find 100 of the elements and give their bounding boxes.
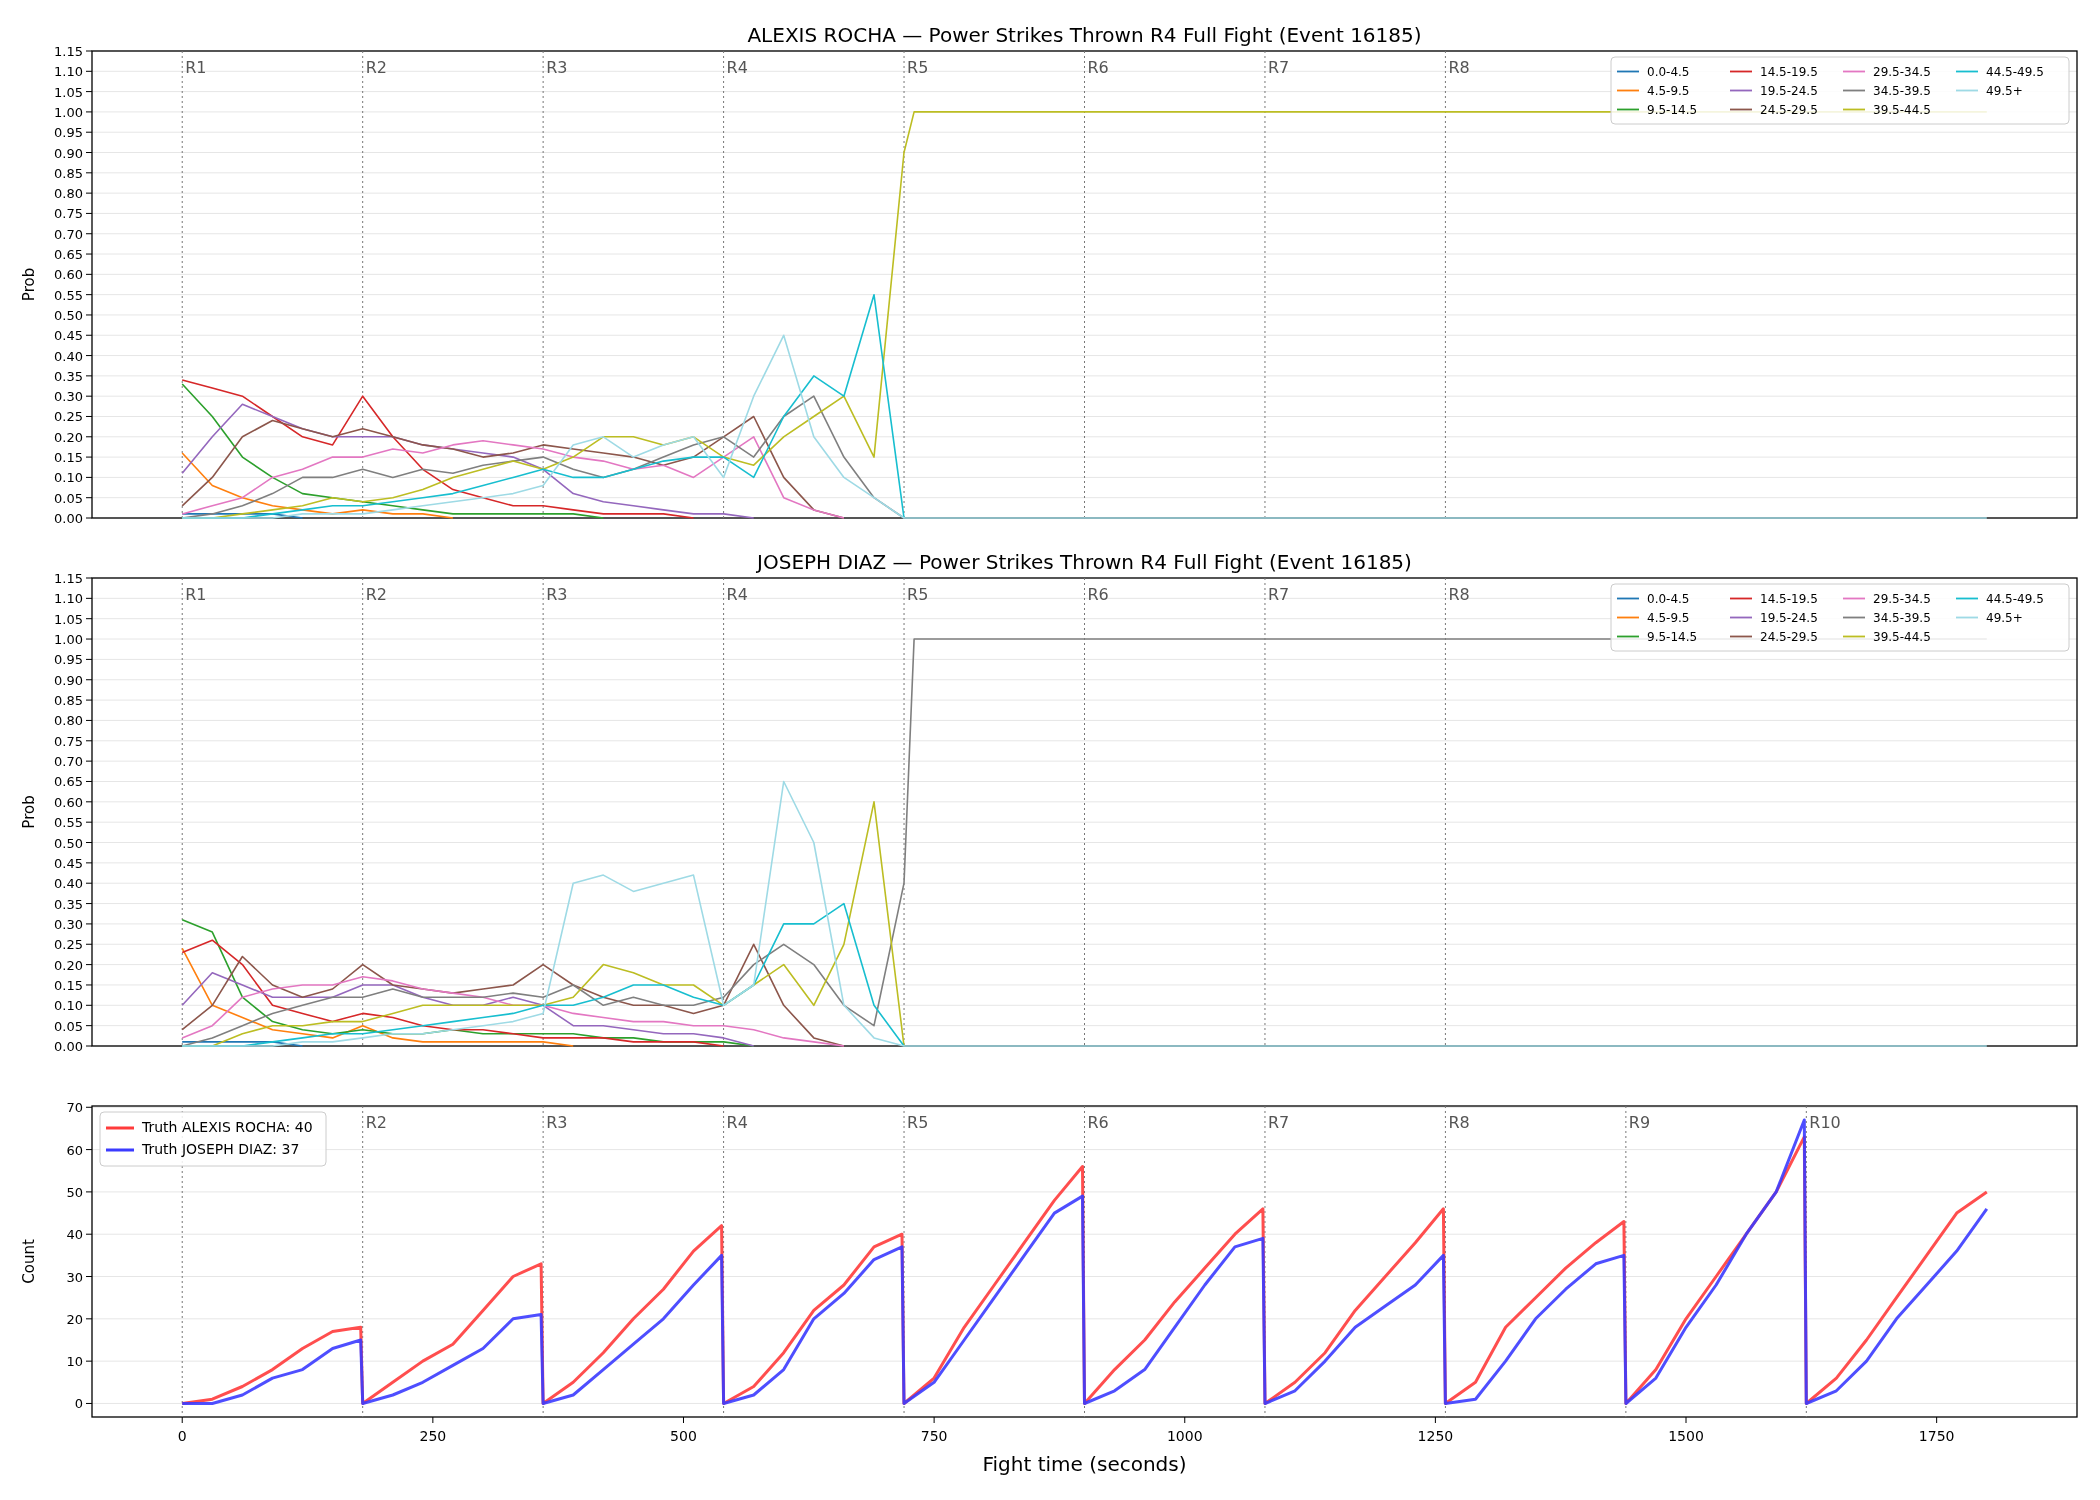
- round-label: R7: [1267, 1113, 1290, 1132]
- round-label: R5: [907, 1113, 929, 1132]
- round-label: R8: [1448, 58, 1470, 77]
- round-label: R6: [1087, 58, 1109, 77]
- tick-label: 0.05: [54, 490, 83, 506]
- legend-label: Truth JOSEPH DIAZ: 37: [142, 1141, 300, 1157]
- legend-swatch: [1729, 597, 1753, 600]
- legend-swatch: [1729, 635, 1753, 638]
- legend-label: 44.5-49.5: [1986, 64, 2044, 79]
- tick-label: 50: [66, 1184, 83, 1200]
- round-label: R2: [365, 1113, 387, 1132]
- legend-label: 9.5-14.5: [1647, 629, 1698, 644]
- tick-label: 1750: [1918, 1428, 1955, 1444]
- tick-mark: [181, 1416, 183, 1424]
- tick-mark: [85, 1360, 93, 1362]
- legend-swatch: [1842, 108, 1866, 111]
- tick-label: 0.70: [54, 754, 83, 770]
- legend-swatch: [1616, 108, 1640, 111]
- legend-swatch: [1842, 616, 1866, 619]
- tick-label: 0.35: [54, 368, 83, 384]
- tick-label: 60: [66, 1142, 83, 1158]
- tick-label: 1.00: [54, 104, 83, 120]
- legend-label: 14.5-19.5: [1760, 591, 1818, 606]
- tick-label: 1250: [1417, 1428, 1454, 1444]
- tick-label: 0.55: [54, 287, 83, 303]
- tick-mark: [1936, 1416, 1938, 1424]
- tick-label: 0.30: [54, 389, 83, 405]
- legend-swatch: [1842, 89, 1866, 92]
- tick-label: 0.10: [54, 470, 83, 486]
- legend-swatch: [106, 1148, 134, 1152]
- tick-label: 0.30: [54, 916, 83, 932]
- tick-label: 0.50: [54, 835, 83, 851]
- tick-mark: [85, 1106, 93, 1108]
- tick-label: 0.25: [54, 937, 83, 953]
- tick-label: 0: [74, 1396, 83, 1412]
- tick-label: 0.05: [54, 1018, 83, 1034]
- legend-swatch: [1842, 635, 1866, 638]
- legend-swatch: [1955, 616, 1979, 619]
- tick-label: 0.40: [54, 876, 83, 892]
- legend-label: 49.5+: [1986, 83, 2023, 98]
- tick-label: 0.85: [54, 165, 83, 181]
- tick-mark: [85, 1318, 93, 1320]
- legend-label: 24.5-29.5: [1760, 629, 1818, 644]
- legend-label: 4.5-9.5: [1647, 83, 1690, 98]
- tick-label: 0.25: [54, 409, 83, 425]
- legend-swatch: [1616, 616, 1640, 619]
- legend-swatch: [1955, 89, 1979, 92]
- tick-label: 0.75: [54, 206, 83, 222]
- tick-mark: [85, 1191, 93, 1193]
- tick-label: 1.05: [54, 84, 83, 100]
- legend-label: 44.5-49.5: [1986, 591, 2044, 606]
- tick-mark: [933, 1416, 935, 1424]
- tick-label: 0: [177, 1428, 187, 1444]
- tick-label: 1.10: [54, 591, 83, 607]
- axis-label: Prob: [20, 795, 38, 829]
- legend-swatch: [1729, 616, 1753, 619]
- tick-label: 0.15: [54, 977, 83, 993]
- legend-swatch: [1955, 597, 1979, 600]
- legend-swatch: [1616, 89, 1640, 92]
- tick-label: 0.95: [54, 652, 83, 668]
- tick-label: 1.10: [54, 64, 83, 80]
- round-label: R8: [1448, 585, 1470, 604]
- legend-label: 19.5-24.5: [1760, 83, 1818, 98]
- tick-label: 0.00: [54, 1039, 83, 1054]
- round-label: R2: [365, 585, 387, 604]
- tick-mark: [85, 1402, 93, 1404]
- tick-label: 250: [419, 1428, 447, 1444]
- tick-label: 0.85: [54, 693, 83, 709]
- round-label: R1: [185, 58, 207, 77]
- tick-mark: [85, 1149, 93, 1151]
- legend-label: 34.5-39.5: [1873, 610, 1931, 625]
- tick-label: 0.45: [54, 328, 83, 344]
- tick-label: 0.40: [54, 348, 83, 364]
- tick-label: 0.75: [54, 733, 83, 749]
- round-label: R4: [726, 1113, 748, 1132]
- tick-label: 1000: [1166, 1428, 1203, 1444]
- tick-label: 0.20: [54, 957, 83, 973]
- tick-mark: [85, 1233, 93, 1235]
- legend-label: 4.5-9.5: [1647, 610, 1690, 625]
- tick-label: 0.20: [54, 429, 83, 445]
- legend-label: 0.0-4.5: [1647, 64, 1690, 79]
- tick-label: 0.70: [54, 226, 83, 242]
- axis-label: Count: [20, 1239, 38, 1284]
- tick-label: 1500: [1668, 1428, 1704, 1444]
- tick-label: 0.80: [54, 713, 83, 729]
- legend-label: 49.5+: [1986, 610, 2023, 625]
- chart-title: ALEXIS ROCHA — Power Strikes Thrown R4 Full Fight (Event 16185): [747, 23, 1422, 47]
- axis-label: Prob: [20, 267, 38, 302]
- tick-label: 30: [66, 1269, 83, 1285]
- legend-label: 0.0-4.5: [1647, 591, 1690, 606]
- legend-swatch: [1842, 70, 1866, 73]
- tick-label: 0.55: [54, 815, 83, 831]
- legend-label: 19.5-24.5: [1760, 610, 1818, 625]
- legend-label: 29.5-34.5: [1873, 64, 1931, 79]
- tick-label: 10: [66, 1354, 83, 1370]
- tick-label: 0.35: [54, 896, 83, 912]
- round-label: R6: [1087, 1113, 1109, 1132]
- tick-label: 1.15: [54, 44, 83, 59]
- legend-label: 39.5-44.5: [1873, 102, 1931, 117]
- round-label: R7: [1267, 585, 1290, 604]
